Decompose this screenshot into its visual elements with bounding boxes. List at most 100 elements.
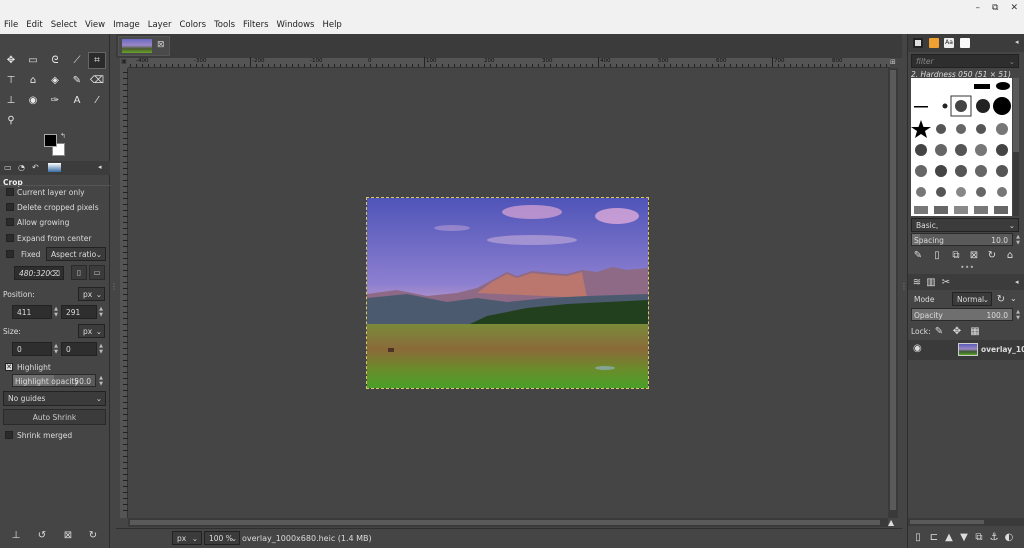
- lock-pixels-icon[interactable]: ✎: [932, 324, 946, 338]
- menu-tools[interactable]: Tools: [214, 20, 235, 30]
- size-unit-select[interactable]: px ⌄: [78, 324, 105, 338]
- brushes-tab-icon[interactable]: [913, 38, 923, 48]
- eraser-tool-icon[interactable]: ⌫: [88, 72, 106, 89]
- edit-brush-icon[interactable]: ✎: [911, 248, 925, 262]
- vertical-scrollbar[interactable]: [888, 68, 898, 518]
- spacing-slider[interactable]: Spacing 10.0: [911, 233, 1013, 246]
- size-width-input[interactable]: 0: [12, 342, 52, 356]
- position-x-input[interactable]: 411: [12, 305, 52, 319]
- lasso-tool-icon[interactable]: ᘓ: [46, 52, 64, 69]
- maximize-button[interactable]: ⧉: [992, 3, 998, 13]
- highlight-opacity-spinner[interactable]: ▲ ▼: [97, 374, 105, 388]
- image-tab[interactable]: ⊠: [118, 36, 170, 56]
- swap-colors-icon[interactable]: ↰: [60, 132, 66, 140]
- horizontal-ruler[interactable]: -400 -300 -200 -100 0 100 200 300 400 500 600 700 80…: [120, 57, 890, 68]
- refresh-brushes-icon[interactable]: ↻: [985, 248, 999, 262]
- dock-handle-right[interactable]: ⋮: [900, 283, 908, 299]
- duplicate-brush-icon[interactable]: ⧉: [949, 248, 963, 262]
- delete-preset-icon[interactable]: ⊠: [61, 528, 75, 542]
- menu-layer[interactable]: Layer: [148, 20, 172, 30]
- open-brush-as-image-icon[interactable]: ⌂: [1003, 248, 1017, 262]
- transform-tool-icon[interactable]: ⊤: [2, 72, 20, 89]
- aspect-ratio-input[interactable]: 480:320 ⌫: [14, 266, 64, 280]
- position-y-input[interactable]: 291: [61, 305, 97, 319]
- dock-handle-left[interactable]: ⋮: [110, 283, 118, 299]
- mode-reset-icon[interactable]: ↻: [994, 292, 1008, 306]
- landscape-button[interactable]: ▭: [89, 265, 105, 280]
- highlight-opacity-slider[interactable]: Highlight opacity 50.0: [12, 374, 96, 387]
- brush-preset-select[interactable]: Basic, ⌄: [911, 218, 1019, 232]
- navigate-icon[interactable]: ▲: [888, 518, 900, 528]
- anchor-layer-icon[interactable]: ⚓: [987, 530, 1001, 544]
- position-x-spinner[interactable]: ▲ ▼: [52, 305, 60, 319]
- zoom-select[interactable]: 100 % ⌄: [204, 531, 240, 545]
- guides-select[interactable]: No guides ⌄: [3, 391, 106, 406]
- unit-select[interactable]: px ⌄: [172, 531, 202, 545]
- layers-scroll-thumb[interactable]: [910, 520, 984, 524]
- brush-grid[interactable]: [911, 78, 1012, 216]
- device-status-tab-icon[interactable]: ◔: [18, 163, 25, 172]
- raise-layer-icon[interactable]: ▲: [942, 530, 956, 544]
- layer-opacity-slider[interactable]: Opacity 100.0: [911, 308, 1013, 321]
- minimize-button[interactable]: –: [976, 3, 981, 13]
- visibility-eye-icon[interactable]: ◉: [913, 343, 922, 354]
- vertical-scroll-thumb[interactable]: [890, 70, 896, 510]
- horizontal-scrollbar[interactable]: [128, 518, 888, 527]
- menu-help[interactable]: Help: [322, 20, 341, 30]
- fonts-tab-icon[interactable]: Aa: [944, 38, 954, 48]
- new-layer-icon[interactable]: ▯: [911, 530, 925, 544]
- clear-icon[interactable]: ⌫: [49, 269, 60, 278]
- size-height-spinner[interactable]: ▲ ▼: [97, 342, 105, 356]
- zoom-tool-icon[interactable]: ⚲: [2, 112, 20, 129]
- layer-opacity-spinner[interactable]: ▲ ▼: [1014, 308, 1022, 322]
- layers-tab-icon[interactable]: ≋: [910, 275, 924, 289]
- size-width-spinner[interactable]: ▲ ▼: [52, 342, 60, 356]
- menu-windows[interactable]: Windows: [277, 20, 315, 30]
- lock-position-icon[interactable]: ✥: [950, 324, 964, 338]
- move-tool-icon[interactable]: ✥: [2, 52, 20, 69]
- expand-from-center-checkbox[interactable]: [6, 234, 14, 242]
- chevron-down-icon[interactable]: ⌄: [1010, 294, 1017, 303]
- delete-brush-icon[interactable]: ⊠: [967, 248, 981, 262]
- mode-select[interactable]: Normal ⌄: [952, 292, 992, 306]
- close-button[interactable]: ✕: [1010, 3, 1018, 13]
- menu-select[interactable]: Select: [51, 20, 77, 30]
- patterns-tab-icon[interactable]: [929, 38, 939, 48]
- undo-history-tab-icon[interactable]: ↶: [32, 163, 39, 172]
- bucket-fill-tool-icon[interactable]: ◈: [46, 72, 64, 89]
- shrink-merged-checkbox[interactable]: [5, 431, 13, 439]
- fuzzy-select-tool-icon[interactable]: ⟋: [68, 52, 86, 69]
- layer-row[interactable]: ◉ overlay_10: [908, 340, 1024, 360]
- rect-select-tool-icon[interactable]: ▭: [24, 52, 42, 69]
- vertical-ruler[interactable]: [120, 68, 128, 518]
- highlight-checkbox[interactable]: ✕: [5, 363, 13, 371]
- menu-edit[interactable]: Edit: [26, 20, 42, 30]
- auto-shrink-button[interactable]: Auto Shrink: [3, 409, 106, 425]
- save-preset-icon[interactable]: ⊥: [9, 528, 23, 542]
- layers-scrollbar[interactable]: [908, 518, 1024, 526]
- image-canvas[interactable]: [128, 68, 888, 518]
- color-picker-tool-icon[interactable]: ⁄: [88, 92, 106, 109]
- panel-separator-handle[interactable]: •••: [960, 263, 974, 272]
- brush-grid-scroll-thumb[interactable]: [1013, 78, 1019, 152]
- menu-colors[interactable]: Colors: [179, 20, 206, 30]
- paintbrush-tool-icon[interactable]: ✎: [68, 72, 86, 89]
- tool-options-tab-icon[interactable]: ▭: [4, 163, 12, 172]
- fixed-mode-select[interactable]: Aspect ratio ⌄: [46, 247, 106, 261]
- duplicate-layer-icon[interactable]: ⧉: [972, 530, 986, 544]
- horizontal-scroll-thumb[interactable]: [130, 520, 880, 525]
- crop-tool-icon[interactable]: ⌗: [88, 52, 106, 69]
- foreground-color-swatch[interactable]: [44, 134, 57, 147]
- size-height-input[interactable]: 0: [61, 342, 97, 356]
- menu-filters[interactable]: Filters: [243, 20, 268, 30]
- configure-tab-icon[interactable]: ◂: [1015, 278, 1019, 286]
- document-history-tab-icon[interactable]: [960, 38, 970, 48]
- image-photo[interactable]: [366, 197, 649, 389]
- allow-growing-checkbox[interactable]: [6, 218, 14, 226]
- zoom-follow-icon[interactable]: ⊞: [890, 58, 898, 68]
- brush-grid-scrollbar[interactable]: [1013, 78, 1019, 216]
- clone-tool-icon[interactable]: ⊥: [2, 92, 20, 109]
- channels-tab-icon[interactable]: ▥: [924, 275, 938, 289]
- position-y-spinner[interactable]: ▲ ▼: [97, 305, 105, 319]
- portrait-button[interactable]: ▯: [71, 265, 87, 280]
